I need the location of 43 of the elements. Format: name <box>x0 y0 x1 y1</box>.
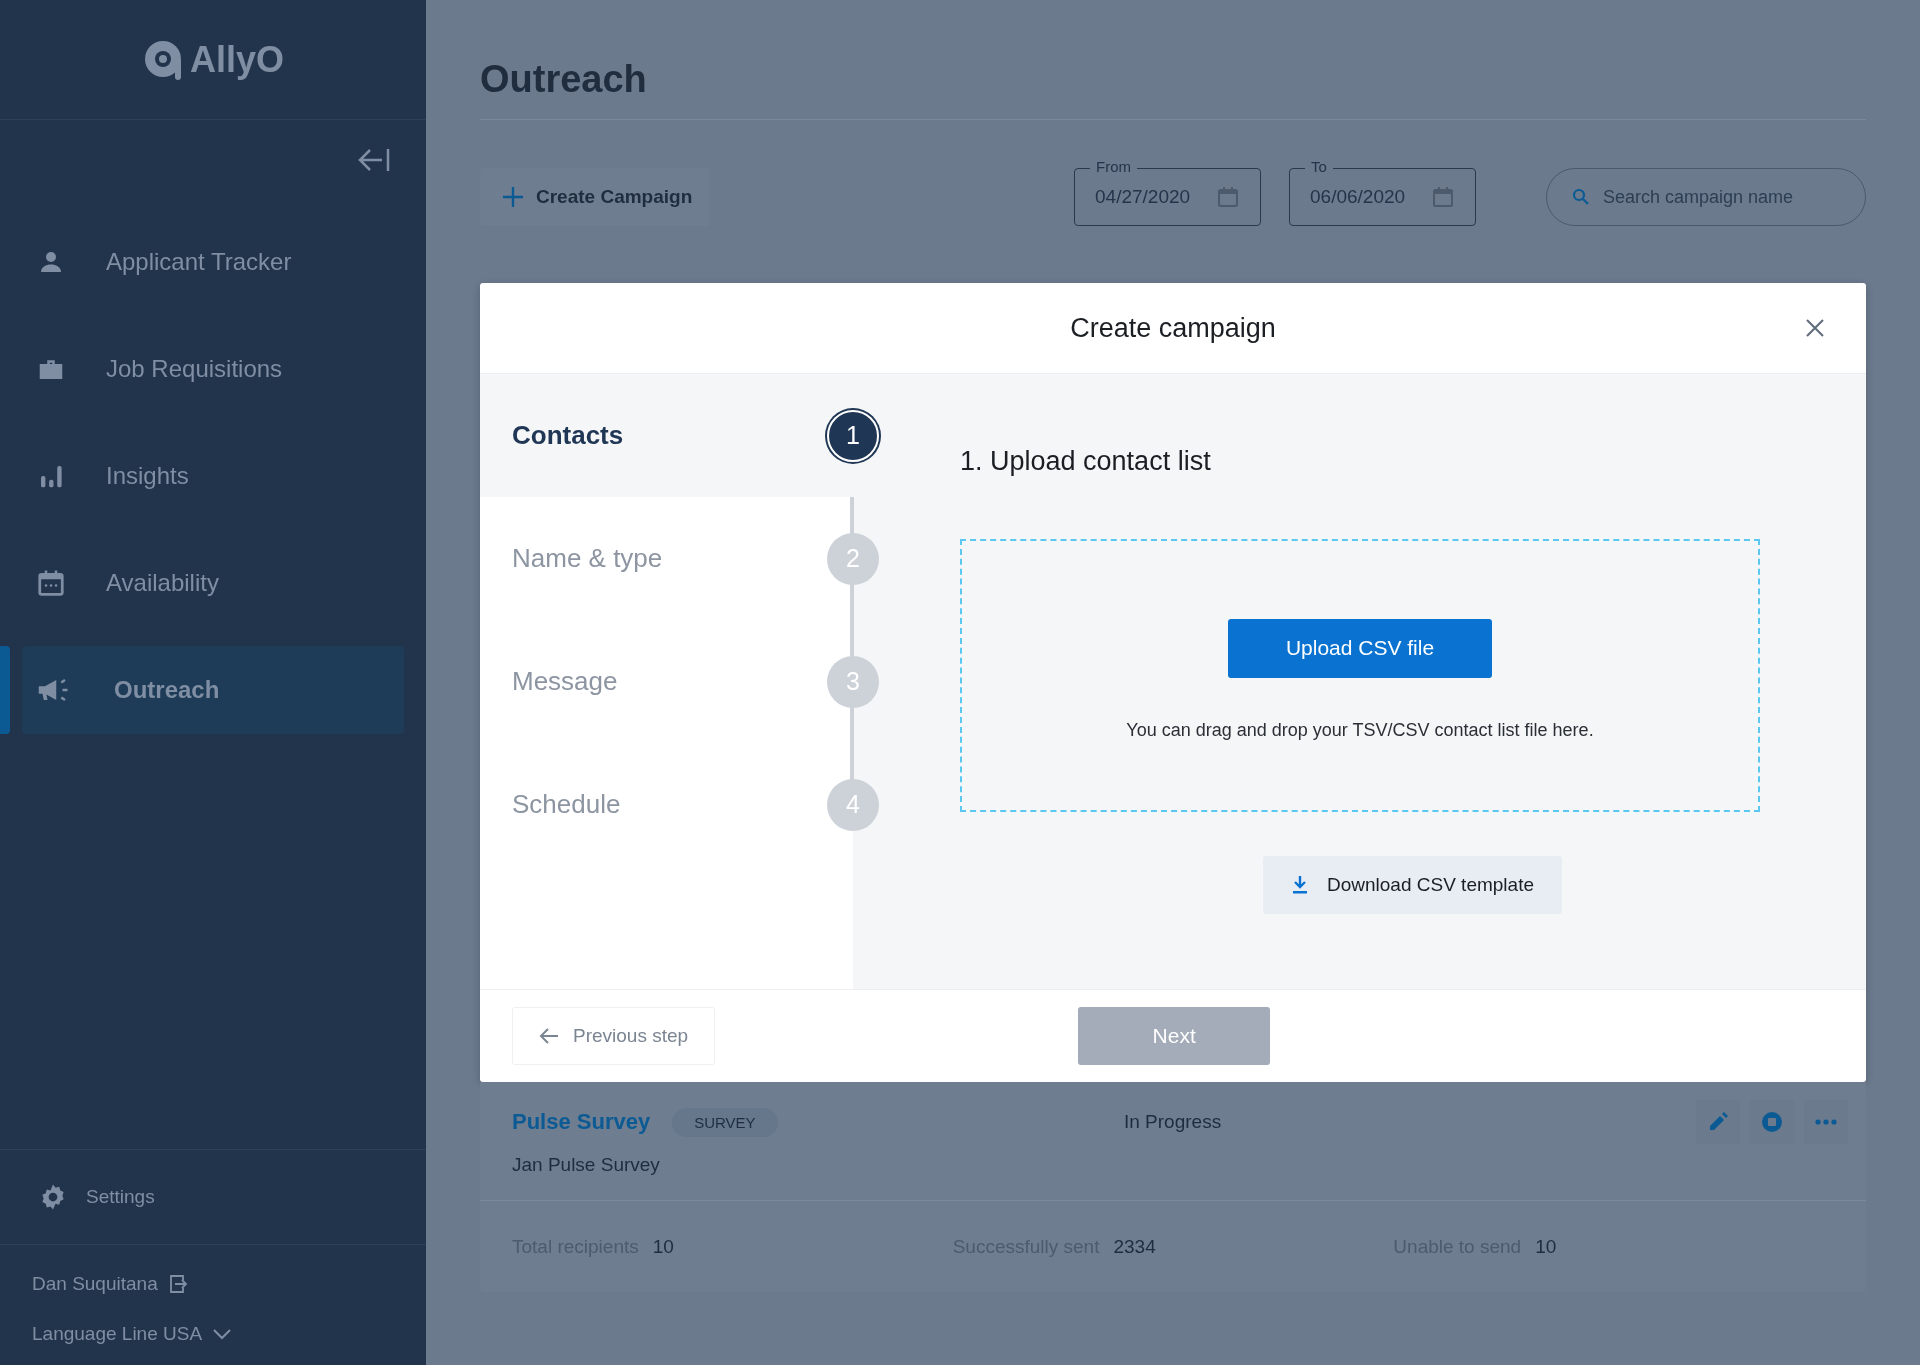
chevron-down-icon[interactable] <box>212 1327 233 1341</box>
collapse-icon[interactable] <box>356 146 392 174</box>
download-icon <box>1291 875 1309 895</box>
settings-link[interactable]: Settings <box>86 1186 155 1208</box>
drop-hint: You can drag and drop your TSV/CSV contact list file here. <box>1126 719 1594 741</box>
stat-value: 10 <box>652 1235 674 1258</box>
campaign-type-tag: SURVEY <box>672 1107 778 1137</box>
step-label: Name & type <box>512 543 663 574</box>
logout-icon[interactable] <box>167 1274 188 1294</box>
step-item[interactable]: Contacts 1 <box>480 374 879 497</box>
previous-step-button[interactable]: Previous step <box>512 1007 716 1065</box>
search-field[interactable]: Search campaign name <box>1546 168 1866 226</box>
step-label: Message <box>512 666 618 697</box>
stat-value: 10 <box>1535 1235 1557 1258</box>
step-label: Schedule <box>512 789 621 820</box>
date-value: 06/06/2020 <box>1310 186 1406 208</box>
arrow-left-icon <box>539 1027 559 1045</box>
user-name: Dan Suquitana <box>32 1273 158 1295</box>
download-template-button[interactable]: Download CSV template <box>1263 856 1562 914</box>
upload-button[interactable]: Upload CSV file <box>1228 618 1492 678</box>
drop-zone[interactable]: Upload CSV file You can drag and drop your TSV/CSV contact list file here. <box>960 539 1760 812</box>
logo-text: AllyO <box>190 38 284 81</box>
dialog-title: Create campaign <box>1070 312 1276 344</box>
step-label: Contacts <box>512 420 624 451</box>
section-title: 1. Upload contact list <box>960 446 1211 477</box>
campaign-description: Jan Pulse Survey <box>512 1154 661 1177</box>
close-icon[interactable] <box>1804 317 1826 339</box>
organization-selector[interactable]: Language Line USA <box>32 1323 203 1345</box>
nav-item[interactable]: Availability <box>22 539 404 627</box>
plus-icon <box>502 186 524 208</box>
nav-item[interactable]: Job Requisitions <box>22 325 404 413</box>
stat-value: 2334 <box>1113 1235 1156 1258</box>
nav-item[interactable]: Applicant Tracker <box>22 218 404 306</box>
page-title: Outreach <box>480 58 1866 120</box>
pencil-icon <box>1707 1111 1729 1133</box>
more-icon <box>1814 1118 1838 1126</box>
campaign-status: In Progress <box>1124 1111 1222 1133</box>
date-value: 04/27/2020 <box>1095 186 1191 208</box>
nav-item[interactable]: Insights <box>22 432 404 520</box>
stop-icon <box>1761 1111 1783 1133</box>
search-icon <box>1572 188 1590 206</box>
step-number: 1 <box>827 409 879 462</box>
calendar-icon <box>36 568 66 598</box>
